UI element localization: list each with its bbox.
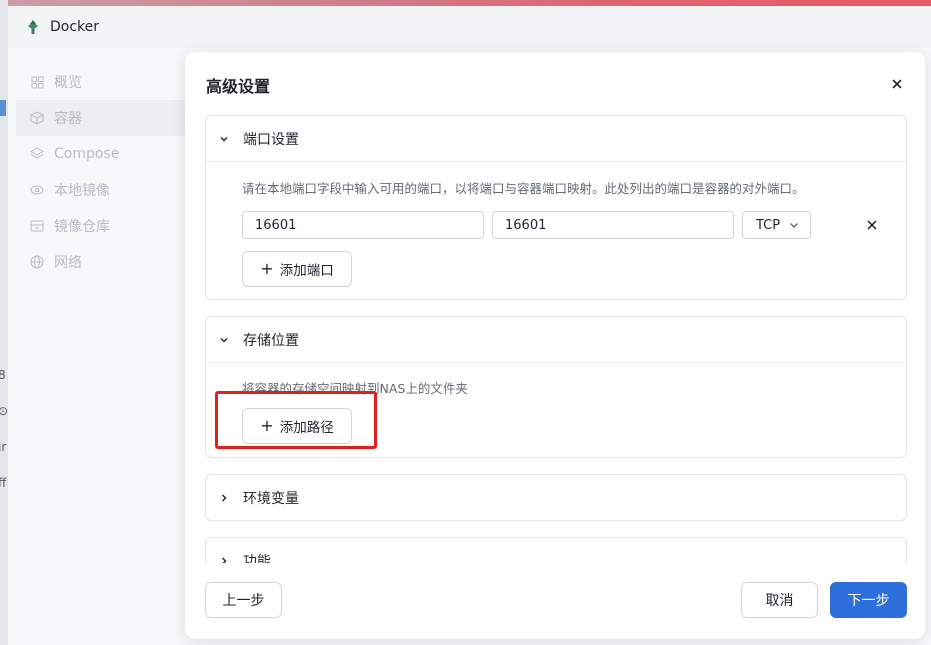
sidebar-item-label: Compose bbox=[54, 146, 120, 162]
sidebar-item-network[interactable]: 网络 bbox=[16, 244, 186, 280]
eye-icon bbox=[30, 183, 44, 197]
background-blue-marker bbox=[0, 100, 6, 116]
sidebar-item-label: 容器 bbox=[54, 111, 82, 127]
background-glyph-2: ⊙ bbox=[0, 404, 9, 418]
remove-port-button[interactable] bbox=[864, 217, 880, 233]
section-storage-content: 将容器的存储空间映射到NAS上的文件夹 + 添加路径 bbox=[206, 362, 906, 457]
background-glyph-1: 8 bbox=[0, 368, 6, 382]
close-icon bbox=[892, 79, 902, 89]
chevron-right-icon bbox=[218, 555, 230, 563]
sidebar-item-label: 镜像仓库 bbox=[54, 219, 110, 235]
sidebar-item-containers[interactable]: 容器 bbox=[16, 100, 186, 136]
section-features-title: 功能 bbox=[243, 553, 271, 564]
sidebar-item-label: 网络 bbox=[54, 255, 82, 271]
next-step-button[interactable]: 下一步 bbox=[830, 582, 907, 618]
section-storage-header[interactable]: 存储位置 bbox=[206, 317, 906, 362]
protocol-select[interactable]: TCP bbox=[742, 211, 811, 239]
section-ports: 端口设置 请在本地端口字段中输入可用的端口，以将端口与容器端口映射。此处列出的端… bbox=[205, 115, 907, 300]
sidebar-item-compose[interactable]: Compose bbox=[16, 136, 186, 172]
sidebar-item-registry[interactable]: 镜像仓库 bbox=[16, 208, 186, 244]
dialog-title: 高级设置 bbox=[206, 77, 271, 96]
prev-step-button[interactable]: 上一步 bbox=[205, 582, 282, 618]
advanced-settings-dialog: 高级设置 端口设置 请在本地端口字段中输入可用的端口，以将端口与容器端口映射。此… bbox=[185, 52, 925, 639]
grid-icon bbox=[30, 75, 44, 89]
ports-hint: 请在本地端口字段中输入可用的端口，以将端口与容器端口映射。此处列出的端口是容器的… bbox=[242, 181, 805, 196]
section-storage-title: 存储位置 bbox=[243, 332, 299, 349]
background-glyph-3: ir bbox=[0, 440, 7, 454]
background-window-edge: 8 ⊙ ir ff bbox=[0, 0, 8, 645]
port-mapping-row: 16601 16601 TCP bbox=[242, 211, 877, 239]
app-title: Docker bbox=[50, 19, 100, 35]
chevron-down-icon bbox=[218, 133, 230, 145]
cube-icon bbox=[30, 111, 44, 125]
titlebar: Docker bbox=[8, 6, 931, 48]
chevron-down-icon bbox=[790, 223, 798, 228]
chevron-down-icon bbox=[218, 334, 230, 346]
section-ports-header[interactable]: 端口设置 bbox=[206, 116, 906, 161]
chevron-right-icon bbox=[218, 492, 230, 504]
add-path-button[interactable]: + 添加路径 bbox=[242, 408, 352, 444]
add-port-button[interactable]: + 添加端口 bbox=[242, 251, 352, 287]
container-port-input[interactable]: 16601 bbox=[492, 211, 734, 239]
section-features-header[interactable]: 功能 bbox=[206, 538, 906, 563]
sidebar: 概览 容器 Compose 本地镜像 镜像仓库 网络 bbox=[16, 64, 186, 280]
sidebar-item-local-images[interactable]: 本地镜像 bbox=[16, 172, 186, 208]
add-path-label: 添加路径 bbox=[279, 420, 334, 436]
section-env-title: 环境变量 bbox=[243, 490, 299, 507]
plus-icon: + bbox=[260, 259, 274, 278]
section-storage: 存储位置 将容器的存储空间映射到NAS上的文件夹 + 添加路径 bbox=[205, 316, 907, 458]
dialog-body: 端口设置 请在本地端口字段中输入可用的端口，以将端口与容器端口映射。此处列出的端… bbox=[205, 115, 907, 563]
section-env-header[interactable]: 环境变量 bbox=[206, 475, 906, 520]
cancel-button[interactable]: 取消 bbox=[741, 582, 818, 618]
archive-icon bbox=[30, 219, 44, 233]
docker-logo-icon bbox=[28, 20, 38, 34]
protocol-value: TCP bbox=[756, 217, 781, 233]
storage-hint: 将容器的存储空间映射到NAS上的文件夹 bbox=[242, 381, 468, 396]
close-icon bbox=[867, 220, 877, 230]
add-port-label: 添加端口 bbox=[279, 263, 334, 279]
layers-icon bbox=[30, 147, 44, 161]
globe-icon bbox=[30, 255, 44, 269]
sidebar-item-overview[interactable]: 概览 bbox=[16, 64, 186, 100]
sidebar-item-label: 概览 bbox=[54, 75, 82, 91]
section-ports-title: 端口设置 bbox=[243, 131, 299, 148]
section-ports-content: 请在本地端口字段中输入可用的端口，以将端口与容器端口映射。此处列出的端口是容器的… bbox=[206, 161, 906, 299]
local-port-input[interactable]: 16601 bbox=[242, 211, 484, 239]
close-button[interactable] bbox=[889, 76, 905, 92]
section-env: 环境变量 bbox=[205, 474, 907, 521]
background-glyph-4: ff bbox=[0, 476, 7, 490]
section-features: 功能 bbox=[205, 537, 907, 563]
sidebar-item-label: 本地镜像 bbox=[54, 183, 110, 199]
plus-icon: + bbox=[260, 416, 274, 435]
